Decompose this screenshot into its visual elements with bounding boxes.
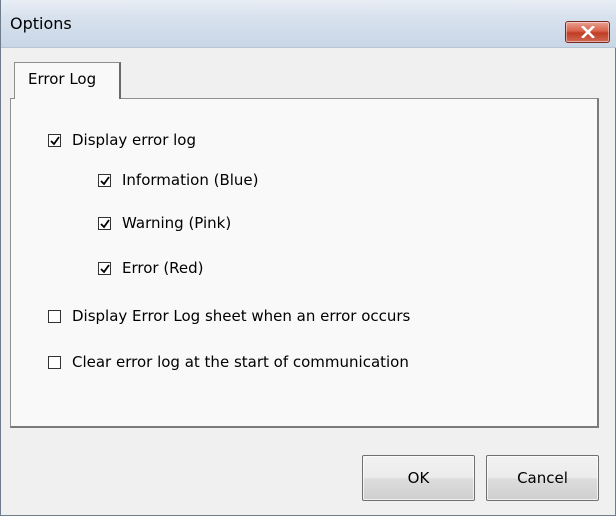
warning-label: Warning (Pink) xyxy=(122,214,232,232)
warning-checkbox[interactable] xyxy=(98,216,111,230)
option-information[interactable]: Information (Blue) xyxy=(98,171,259,189)
information-label: Information (Blue) xyxy=(122,171,259,189)
tab-label: Error Log xyxy=(28,70,97,88)
ok-button[interactable]: OK xyxy=(362,455,475,501)
title-bar: Options xyxy=(1,0,616,48)
checkmark-icon xyxy=(50,135,60,145)
information-checkbox[interactable] xyxy=(98,173,111,187)
option-display-error-log[interactable]: Display error log xyxy=(48,131,196,149)
tab-error-log[interactable]: Error Log xyxy=(14,62,121,99)
display-error-log-checkbox[interactable] xyxy=(48,133,61,147)
checkmark-icon xyxy=(100,263,110,273)
option-warning[interactable]: Warning (Pink) xyxy=(98,214,231,232)
close-button[interactable] xyxy=(565,21,610,43)
display-error-log-label: Display error log xyxy=(72,131,197,149)
cancel-button[interactable]: Cancel xyxy=(486,455,599,501)
option-clear-log-on-start[interactable]: Clear error log at the start of communic… xyxy=(48,353,409,371)
options-dialog: Options Error Log Display error log Info… xyxy=(0,0,616,516)
error-label: Error (Red) xyxy=(122,259,204,277)
option-display-sheet-on-error[interactable]: Display Error Log sheet when an error oc… xyxy=(48,307,410,325)
error-log-panel: Display error log Information (Blue) War… xyxy=(10,98,599,428)
close-icon xyxy=(581,26,595,38)
display-sheet-on-error-checkbox[interactable] xyxy=(48,309,61,323)
display-sheet-on-error-label: Display Error Log sheet when an error oc… xyxy=(72,307,411,325)
error-checkbox[interactable] xyxy=(98,261,111,275)
option-error[interactable]: Error (Red) xyxy=(98,259,204,277)
checkmark-icon xyxy=(100,218,110,228)
window-title: Options xyxy=(10,14,72,33)
clear-log-on-start-checkbox[interactable] xyxy=(48,355,61,369)
clear-log-on-start-label: Clear error log at the start of communic… xyxy=(72,353,409,371)
checkmark-icon xyxy=(100,175,110,185)
